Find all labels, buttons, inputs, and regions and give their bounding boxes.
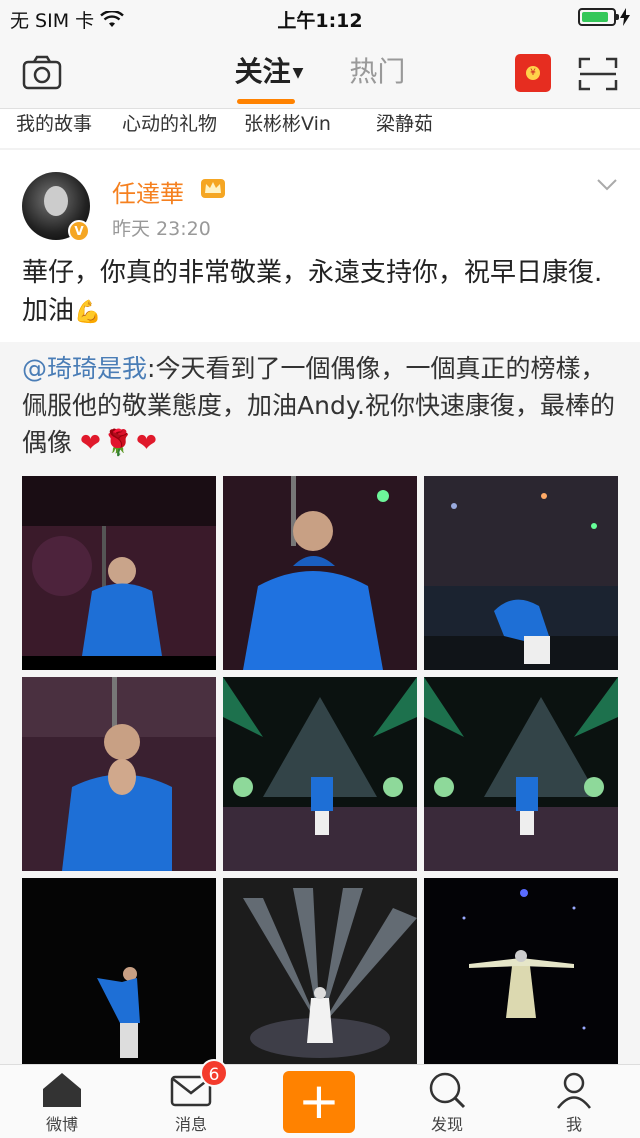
tab-messages-label: 消息 [174,1115,207,1134]
repost-emojis: ❤🌹❤ [79,428,159,457]
tab-home[interactable]: 微博 [12,1071,112,1135]
person-icon [557,1072,591,1109]
search-icon [429,1072,466,1109]
chevron-down-icon: ▼ [292,65,304,81]
tab-home-label: 微博 [45,1115,78,1134]
post-time: 昨天 23:20 [112,218,211,240]
post-text-body: 華仔，你真的非常敬業，永遠支持你，祝早日康復.加油 [22,258,603,326]
status-bar: 无 SIM 卡 上午1:12 [0,0,640,36]
tab-discover[interactable]: 发现 [397,1071,497,1135]
tab-messages[interactable]: 消息 [141,1071,241,1135]
battery-level [582,12,608,22]
muscle-emoji: 💪 [74,300,102,325]
charging-icon [620,8,630,26]
tab-discover-label: 发现 [430,1115,463,1134]
repost-mention[interactable]: @琦琦是我 [22,354,147,383]
photo-thumbnail[interactable] [22,878,216,1072]
red-packet-button[interactable]: ¥ [515,54,551,92]
photo-thumbnail[interactable] [223,476,417,670]
photo-thumbnail[interactable] [424,677,618,871]
plus-icon: + [298,1072,340,1130]
top-nav: 关注 ▼ 热门 ¥ [0,36,640,108]
story-chips: 我的故事 心动的礼物 张彬彬Vin 梁静茹 [0,108,640,148]
photo-thumbnail[interactable] [223,878,417,1072]
home-icon [43,1073,81,1107]
tab-follow-label: 关注 [234,55,291,88]
photo-thumbnail[interactable] [424,878,618,1072]
post-text: 華仔，你真的非常敬業，永遠支持你，祝早日康復.加油💪 [22,254,622,332]
chevron-down-icon[interactable] [596,178,618,192]
scan-icon[interactable] [578,56,618,92]
photo-thumbnail[interactable] [223,677,417,871]
repost-block[interactable]: @琦琦是我:今天看到了一個偶像，一個真正的榜樣，佩服他的敬業態度，加油Andy.… [0,342,640,1072]
tab-hot[interactable]: 热门 [349,50,405,90]
coin-icon: ¥ [526,66,540,80]
tab-me-label: 我 [565,1115,582,1134]
bottom-tab-bar: 微博 消息 6 + 发现 我 [0,1059,640,1138]
post-username[interactable]: 任達華 [112,174,184,209]
avatar-figure [44,186,68,216]
verified-badge: V [68,220,90,242]
tab-follow[interactable]: 关注 ▼ [234,50,304,104]
chip-item[interactable]: 梁静茹 [376,109,433,136]
battery-icon [578,8,619,26]
status-time: 上午1:12 [277,10,363,32]
chip-item[interactable]: 心动的礼物 [122,109,217,136]
post-card[interactable]: V 任達華 昨天 23:20 華仔，你真的非常敬業，永遠支持你，祝早日康復.加油… [0,150,640,1072]
chip-item[interactable]: 张彬彬Vin [244,109,331,136]
tab-me[interactable]: 我 [524,1071,624,1135]
repost-text: @琦琦是我:今天看到了一個偶像，一個真正的榜樣，佩服他的敬業態度，加油Andy.… [22,350,622,461]
compose-button[interactable]: + [283,1071,355,1133]
photo-thumbnail[interactable] [424,476,618,670]
unread-badge: 6 [200,1059,228,1087]
chip-item[interactable]: 我的故事 [16,109,92,136]
photo-thumbnail[interactable] [22,476,216,670]
crown-icon [201,179,225,198]
photo-thumbnail[interactable] [22,677,216,871]
battery-group [578,8,630,26]
